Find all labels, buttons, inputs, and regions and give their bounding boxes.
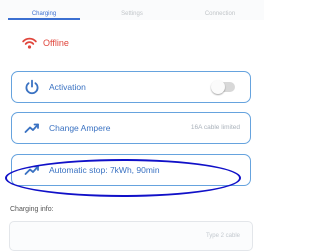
tab-charging[interactable]: Charging [0, 0, 88, 20]
automatic-stop-label: Automatic stop: 7kWh, 90min [49, 165, 160, 175]
tab-bar: Charging Settings Connection [0, 0, 264, 20]
trend-up-icon [24, 165, 39, 175]
ampere-detail: 16A cable limited [190, 124, 240, 131]
wifi-icon [22, 37, 37, 49]
power-icon [25, 79, 39, 95]
connection-status: Offline [22, 35, 69, 51]
toggle-knob [211, 80, 225, 94]
change-ampere-card[interactable]: Change Ampere 16A cable limited [11, 112, 251, 144]
charging-info-value: Type 2 cable [205, 233, 240, 239]
automatic-stop-card[interactable]: Automatic stop: 7kWh, 90min [11, 154, 251, 186]
tab-settings[interactable]: Settings [88, 0, 176, 20]
change-ampere-label: Change Ampere [49, 123, 111, 133]
tab-connection[interactable]: Connection [176, 0, 264, 20]
activation-card[interactable]: Activation [11, 71, 251, 103]
active-tab-indicator [8, 18, 80, 20]
activation-label: Activation [49, 82, 86, 92]
activation-toggle[interactable] [211, 80, 235, 94]
trend-up-icon [24, 123, 39, 133]
status-text: Offline [43, 38, 69, 48]
charging-info-heading: Charging info: [10, 206, 54, 213]
charging-info-box: Type 2 cable [9, 221, 253, 251]
